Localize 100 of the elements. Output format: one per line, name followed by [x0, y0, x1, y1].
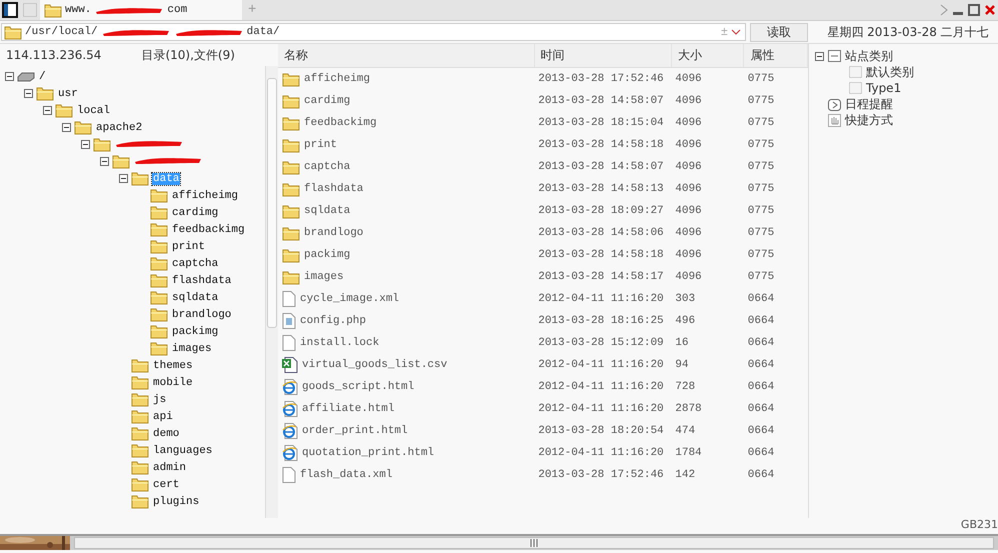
- file-name[interactable]: cycle_image.xml: [300, 293, 400, 305]
- file-name[interactable]: install.lock: [300, 337, 380, 349]
- file-name[interactable]: images: [304, 271, 344, 283]
- file-name[interactable]: flash_data.xml: [300, 469, 392, 481]
- table-cell-text: 0664: [746, 314, 776, 329]
- tree-item[interactable]: cert: [152, 478, 180, 490]
- table-cell-text: 0664: [746, 380, 776, 395]
- tree-item[interactable]: js: [152, 394, 168, 406]
- tree-item[interactable]: images: [171, 342, 213, 354]
- tree-item[interactable]: brandlogo: [171, 308, 232, 320]
- column-header[interactable]: 属性: [744, 44, 808, 68]
- table-cell-text: 4096: [674, 204, 703, 219]
- file-name[interactable]: flashdata: [304, 183, 364, 195]
- file-name[interactable]: quotation_print.html: [302, 447, 434, 459]
- table-cell-text: 2013-03-28 14:58:18: [537, 248, 665, 263]
- table-cell-text: 0775: [746, 204, 776, 219]
- table-cell: 4096: [671, 68, 744, 90]
- tree-item[interactable]: packimg: [171, 326, 220, 338]
- folder-summary: 目录(10),文件(9): [141, 46, 235, 64]
- table-cell-text: 142: [674, 468, 696, 483]
- table-cell-text: 2012-04-11 11:16:20: [537, 446, 665, 461]
- tree-item[interactable]: cardimg: [171, 206, 220, 218]
- table-cell-text: 0775: [746, 160, 776, 175]
- table-cell-text: 0775: [746, 226, 776, 241]
- tree-item[interactable]: plugins: [152, 496, 200, 508]
- file-name[interactable]: print: [304, 139, 338, 151]
- file-name[interactable]: config.php: [300, 315, 366, 327]
- file-name[interactable]: affiliate.html: [302, 403, 394, 415]
- table-cell-text: 0664: [746, 424, 776, 439]
- table-cell-text: 4096: [674, 248, 703, 263]
- tree-item[interactable]: themes: [152, 360, 194, 372]
- tree-item[interactable]: apache2: [95, 122, 144, 134]
- table-cell-text: 2013-03-28 18:16:25: [537, 314, 665, 329]
- table-cell-text: 474: [674, 424, 696, 439]
- table-cell-text: 0775: [746, 248, 776, 263]
- table-cell-text: 0664: [746, 336, 776, 351]
- table-cell-text: 0664: [746, 358, 776, 373]
- table-cell: 0775: [744, 68, 808, 90]
- table-cell-text: 303: [674, 292, 696, 307]
- file-name[interactable]: goods_script.html: [302, 381, 414, 393]
- file-name[interactable]: captcha: [304, 161, 350, 173]
- tree-item[interactable]: admin: [152, 462, 188, 474]
- tree-item[interactable]: flashdata: [171, 274, 232, 286]
- tree-item[interactable]: feedbackimg: [171, 224, 246, 236]
- table-cell-text: 2012-04-11 11:16:20: [537, 292, 665, 307]
- sidebar-item[interactable]: 站点类别: [845, 48, 893, 64]
- file-name[interactable]: cardimg: [304, 95, 350, 107]
- tree-item[interactable]: print: [171, 240, 206, 252]
- read-button[interactable]: 读取: [750, 22, 808, 42]
- sidebar-item[interactable]: 快捷方式: [845, 112, 893, 128]
- sidebar-item[interactable]: 默认类别: [866, 64, 914, 80]
- tree-item[interactable]: api: [152, 410, 174, 422]
- table-cell-text: 2013-03-28 14:58:17: [537, 270, 665, 285]
- tree-item[interactable]: languages: [152, 444, 214, 456]
- file-name[interactable]: sqldata: [304, 205, 350, 217]
- file-name[interactable]: virtual_goods_list.csv: [302, 359, 448, 371]
- table-cell-text: 4096: [674, 94, 703, 109]
- tree-item[interactable]: captcha: [171, 258, 220, 270]
- table-cell-text: 2013-03-28 14:58:18: [537, 138, 665, 153]
- table-cell-text: 1784: [674, 446, 703, 461]
- date-label: 星期四 2013-03-28 二月十七: [826, 24, 990, 40]
- table-cell-text: 496: [674, 314, 696, 329]
- tree-item[interactable]: sqldata: [171, 292, 220, 304]
- tree-item[interactable]: usr: [57, 88, 79, 100]
- table-cell-text: 2013-03-28 18:09:27: [537, 204, 665, 219]
- table-cell-text: 0664: [746, 402, 776, 417]
- column-header[interactable]: 名称: [278, 44, 534, 68]
- tree-item[interactable]: demo: [152, 428, 180, 440]
- table-cell-text: 0775: [746, 94, 776, 109]
- file-name[interactable]: feedbackimg: [304, 117, 377, 129]
- column-header[interactable]: 时间: [534, 44, 672, 68]
- table-cell-text: 0775: [746, 116, 776, 131]
- table-cell-text: 2013-03-28 14:58:07: [537, 94, 665, 109]
- tab-title[interactable]: com: [167, 4, 188, 16]
- tree-item[interactable]: /: [38, 70, 47, 82]
- path-field[interactable]: /usr/local/ data/ ±: [1, 23, 746, 41]
- table-cell-text: 0775: [746, 270, 776, 285]
- file-name[interactable]: brandlogo: [304, 227, 364, 239]
- sidebar-item[interactable]: Type1: [866, 81, 902, 95]
- tree-item[interactable]: afficheimg: [171, 190, 240, 202]
- table-cell-text: 4096: [674, 226, 703, 241]
- tree-item[interactable]: local: [76, 104, 112, 116]
- file-name[interactable]: packimg: [304, 249, 350, 261]
- file-name[interactable]: afficheimg: [304, 73, 370, 85]
- file-name[interactable]: order_print.html: [302, 425, 408, 437]
- tab-title[interactable]: www.: [65, 4, 92, 16]
- table-cell-text: 4096: [674, 182, 703, 197]
- tree-item[interactable]: mobile: [152, 376, 194, 388]
- table-cell-text: 4096: [674, 138, 703, 153]
- table-cell-text: 2013-03-28 17:52:46: [537, 468, 665, 483]
- sidebar-item[interactable]: 日程提醒: [845, 96, 893, 112]
- column-header[interactable]: 大小: [671, 44, 744, 68]
- table-cell-text: 0664: [746, 468, 776, 483]
- table-cell-text: 2878: [674, 402, 703, 417]
- encoding-label: GB231: [960, 518, 998, 533]
- host-address: 114.113.236.54: [6, 48, 102, 62]
- table-cell-text: 2013-03-28 14:58:13: [537, 182, 665, 197]
- table-cell-text: 2013-03-28 18:15:04: [537, 116, 665, 131]
- table-cell-text: 2013-03-28 14:58:07: [537, 160, 665, 175]
- table-cell-text: 728: [674, 380, 696, 395]
